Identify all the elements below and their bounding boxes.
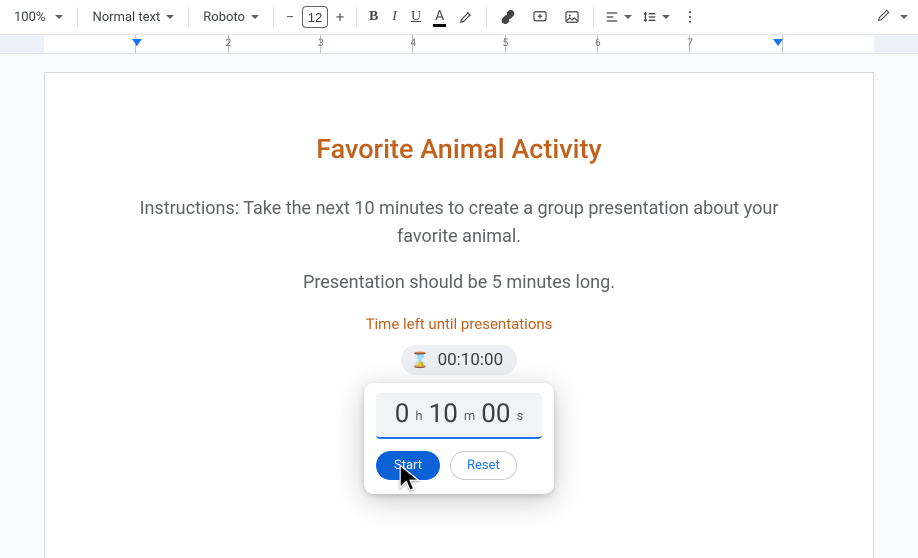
insert-image-button[interactable] <box>557 4 587 30</box>
document-canvas[interactable]: Favorite Animal Activity Instructions: T… <box>0 54 918 558</box>
text-color-button[interactable]: A <box>429 4 450 30</box>
timer-chip-value: 00:10:00 <box>438 350 504 370</box>
doc-title[interactable]: Favorite Animal Activity <box>105 133 813 165</box>
timer-minutes[interactable]: 10 <box>429 401 458 427</box>
chevron-down-icon <box>251 15 259 19</box>
ruler[interactable]: 1 2 3 4 5 6 7 <box>0 34 918 54</box>
editing-mode-dropdown[interactable] <box>868 4 912 30</box>
timer-popup: 0 h 10 m 00 s Start Reset <box>364 383 554 494</box>
zoom-dropdown[interactable]: 100% <box>6 4 71 30</box>
separator <box>273 7 274 27</box>
font-family-value: Roboto <box>203 10 245 25</box>
hourglass-icon: ⌛ <box>411 351 430 369</box>
insert-link-button[interactable] <box>493 4 523 30</box>
chevron-down-icon <box>166 15 174 19</box>
zoom-value: 100% <box>14 10 49 25</box>
separator <box>77 7 78 27</box>
highlight-button[interactable] <box>452 4 480 30</box>
separator <box>188 7 189 27</box>
text-color-swatch <box>433 24 446 27</box>
doc-time-left-label[interactable]: Time left until presentations <box>105 315 813 333</box>
chevron-down-icon <box>55 15 63 19</box>
document-page[interactable]: Favorite Animal Activity Instructions: T… <box>44 72 874 558</box>
doc-duration[interactable]: Presentation should be 5 minutes long. <box>105 269 813 297</box>
reset-button[interactable]: Reset <box>450 451 517 480</box>
font-size-input[interactable] <box>302 6 328 28</box>
separator <box>593 7 594 27</box>
font-size-group: − + <box>280 6 350 28</box>
chevron-down-icon <box>624 15 632 19</box>
line-spacing-dropdown[interactable] <box>638 4 674 30</box>
italic-button[interactable]: I <box>386 4 403 30</box>
font-family-dropdown[interactable]: Roboto <box>195 4 267 30</box>
font-size-decrease-button[interactable]: − <box>280 6 300 28</box>
chevron-down-icon <box>900 15 908 19</box>
timer-seconds[interactable]: 00 <box>481 401 510 427</box>
paragraph-style-value: Normal text <box>92 10 160 25</box>
ruler-ticks: 1 2 3 4 5 6 7 <box>44 35 874 53</box>
align-dropdown[interactable] <box>600 4 636 30</box>
more-options-button[interactable] <box>676 4 704 30</box>
timer-seconds-label: s <box>516 409 523 424</box>
timer-minutes-label: m <box>464 409 475 424</box>
start-button[interactable]: Start <box>376 451 440 480</box>
pencil-icon <box>876 7 892 27</box>
bold-button[interactable]: B <box>363 4 384 30</box>
paragraph-style-dropdown[interactable]: Normal text <box>84 4 182 30</box>
separator <box>486 7 487 27</box>
timer-chip[interactable]: ⌛ 00:10:00 <box>401 345 517 375</box>
timer-hours-label: h <box>415 409 422 424</box>
timer-edit-display[interactable]: 0 h 10 m 00 s <box>376 393 542 439</box>
chevron-down-icon <box>662 15 670 19</box>
separator <box>356 7 357 27</box>
left-indent-marker[interactable] <box>132 39 142 46</box>
underline-button[interactable]: U <box>405 4 427 30</box>
timer-popup-buttons: Start Reset <box>376 451 542 480</box>
right-indent-marker[interactable] <box>773 39 783 46</box>
toolbar: 100% Normal text Roboto − + B I U A <box>0 0 918 34</box>
doc-instructions[interactable]: Instructions: Take the next 10 minutes t… <box>109 195 809 251</box>
font-size-increase-button[interactable]: + <box>330 6 350 28</box>
timer-hours[interactable]: 0 <box>395 401 410 427</box>
insert-comment-button[interactable] <box>525 4 555 30</box>
